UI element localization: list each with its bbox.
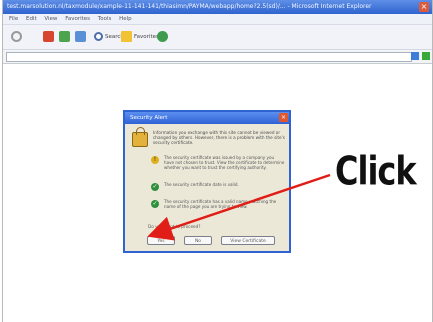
click-annotation: Click: [335, 148, 417, 195]
